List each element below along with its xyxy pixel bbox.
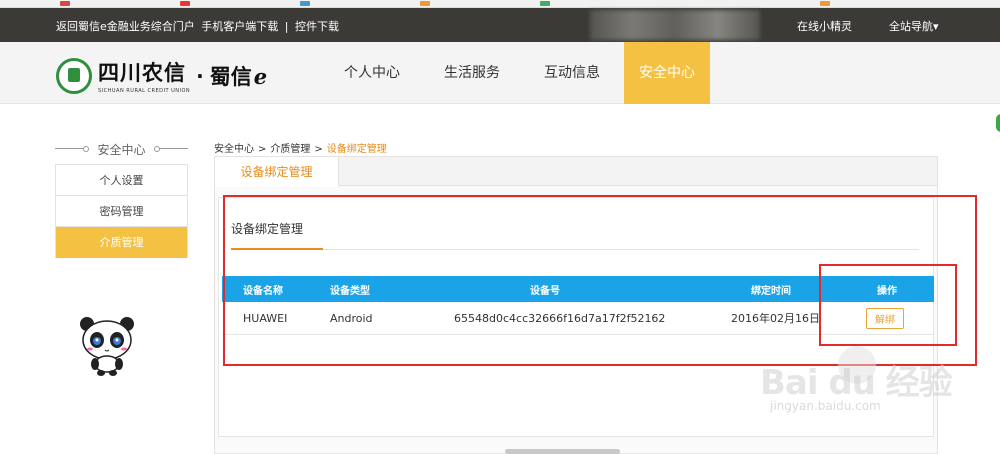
site-nav-label: 全站导航 [889, 20, 933, 33]
watermark-brand: Bai du 经验 [760, 363, 953, 403]
bookmark-icon[interactable] [60, 1, 70, 6]
plugin-download-link[interactable]: 控件下载 [295, 20, 339, 33]
breadcrumb-security-center[interactable]: 安全中心 [214, 144, 254, 155]
sidebar-item-personal-settings[interactable]: 个人设置 [56, 165, 187, 196]
logo-dot: · [196, 63, 204, 88]
site-nav-dropdown[interactable]: 全站导航▾ [889, 18, 939, 34]
tab-device-binding[interactable]: 设备绑定管理 [215, 157, 339, 187]
mobile-download-link[interactable]: 手机客户端下载 [201, 20, 278, 33]
site-logo[interactable]: 四川农信 SICHUAN RURAL CREDIT UNION · 蜀信e [56, 57, 267, 94]
horizontal-scrollbar[interactable] [505, 449, 620, 454]
breadcrumb-media[interactable]: 介质管理 [270, 144, 310, 155]
bookmark-icon[interactable] [420, 1, 430, 6]
nav-personal-center[interactable]: 个人中心 [322, 42, 422, 104]
logo-en-name: SICHUAN RURAL CREDIT UNION [98, 88, 191, 94]
online-spirit-link[interactable]: 在线小精灵 [797, 18, 852, 34]
portal-link[interactable]: 返回蜀信e金融业务综合门户 [56, 20, 195, 33]
sidebar-menu: 个人设置 密码管理 介质管理 [55, 164, 188, 258]
bookmark-icon[interactable] [540, 1, 550, 6]
main-navigation: 个人中心 生活服务 互动信息 安全中心 [322, 42, 710, 104]
chevron-down-icon: ▾ [933, 20, 939, 33]
sidebar-title-text: 安全中心 [97, 143, 146, 157]
annotation-box-action [819, 264, 957, 346]
bookmark-icon[interactable] [180, 1, 190, 6]
rural-credit-emblem-icon [56, 57, 92, 94]
link-separator: | [284, 20, 289, 33]
browser-bookmarks-bar [0, 0, 1000, 8]
bookmark-icon[interactable] [820, 1, 830, 6]
logo-text: 四川农信 SICHUAN RURAL CREDIT UNION [98, 57, 190, 94]
floating-help-icon[interactable] [994, 112, 1000, 134]
nav-security-center[interactable]: 安全中心 [624, 42, 710, 104]
breadcrumb-current: 设备绑定管理 [326, 144, 387, 155]
panda-mascot-icon [80, 317, 134, 376]
sidebar-item-password[interactable]: 密码管理 [56, 196, 187, 227]
nav-interactive-info[interactable]: 互动信息 [522, 42, 622, 104]
breadcrumb-separator: > [314, 144, 323, 155]
panel-tab-bar: 设备绑定管理 [215, 157, 937, 187]
baidu-watermark: Bai du 经验 jingyan.baidu.com [760, 355, 960, 413]
bookmark-icon[interactable] [300, 1, 310, 6]
nav-life-service[interactable]: 生活服务 [422, 42, 522, 104]
blurred-user-info [590, 10, 760, 40]
title-divider-right [154, 146, 188, 152]
logo-brand-text: 蜀信 [209, 63, 252, 89]
logo-brand: 蜀信e [210, 61, 267, 91]
breadcrumb: 安全中心 > 介质管理 > 设备绑定管理 [214, 140, 387, 155]
logo-cn-name: 四川农信 [98, 60, 186, 85]
sidebar-title: 安全中心 [55, 141, 188, 157]
sidebar-item-media[interactable]: 介质管理 [56, 227, 187, 258]
breadcrumb-separator: > [258, 144, 267, 155]
top-links: 返回蜀信e金融业务综合门户 手机客户端下载 | 控件下载 [56, 18, 342, 34]
top-utility-bar: 返回蜀信e金融业务综合门户 手机客户端下载 | 控件下载 在线小精灵 全站导航▾ [0, 8, 1000, 42]
logo-brand-e: e [253, 63, 268, 89]
watermark-url: jingyan.baidu.com [770, 399, 881, 413]
site-header: 四川农信 SICHUAN RURAL CREDIT UNION · 蜀信e 个人… [0, 42, 1000, 104]
